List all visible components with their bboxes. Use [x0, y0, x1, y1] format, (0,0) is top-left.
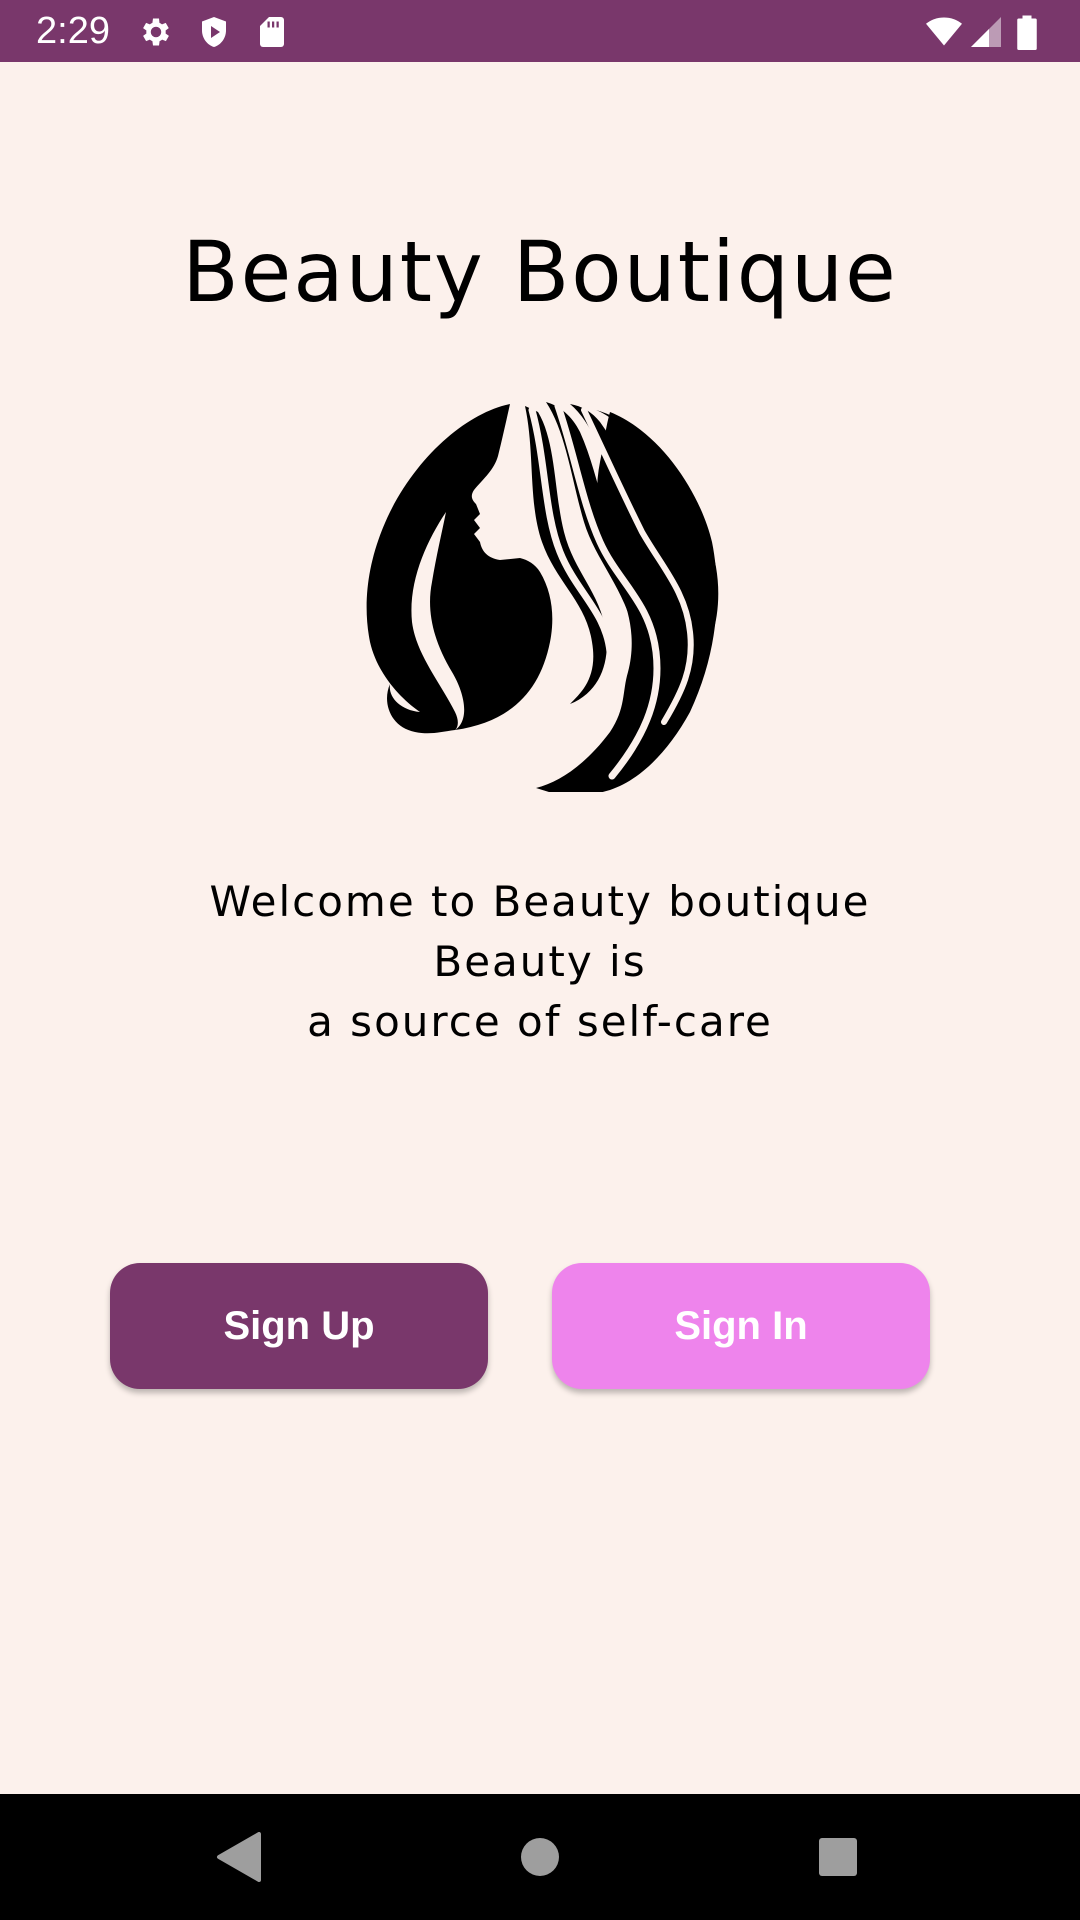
welcome-line-1: Welcome to Beauty boutique Beauty is [209, 877, 871, 986]
back-icon[interactable] [205, 1824, 271, 1890]
sign-up-button[interactable]: Sign Up [110, 1263, 488, 1389]
welcome-screen: 2:29 Beauty Boutique Welcome to Beauty b… [0, 0, 1080, 1920]
status-time: 2:29 [36, 10, 110, 52]
gear-icon [138, 14, 174, 50]
sign-in-button[interactable]: Sign In [552, 1263, 930, 1389]
home-icon[interactable] [507, 1824, 573, 1890]
sd-card-icon [254, 14, 290, 50]
status-bar: 2:29 [0, 0, 1080, 62]
battery-icon [1016, 14, 1046, 50]
shield-play-icon [196, 14, 232, 50]
welcome-message: Welcome to Beauty boutique Beauty is a s… [140, 872, 940, 1052]
woman-hair-silhouette-logo [360, 392, 720, 792]
recents-icon[interactable] [805, 1824, 871, 1890]
cell-signal-icon [968, 14, 1004, 50]
app-title: Beauty Boutique [182, 223, 898, 321]
navigation-bar [0, 1794, 1080, 1920]
welcome-line-2: a source of self-care [307, 997, 773, 1046]
wifi-icon [922, 14, 966, 50]
